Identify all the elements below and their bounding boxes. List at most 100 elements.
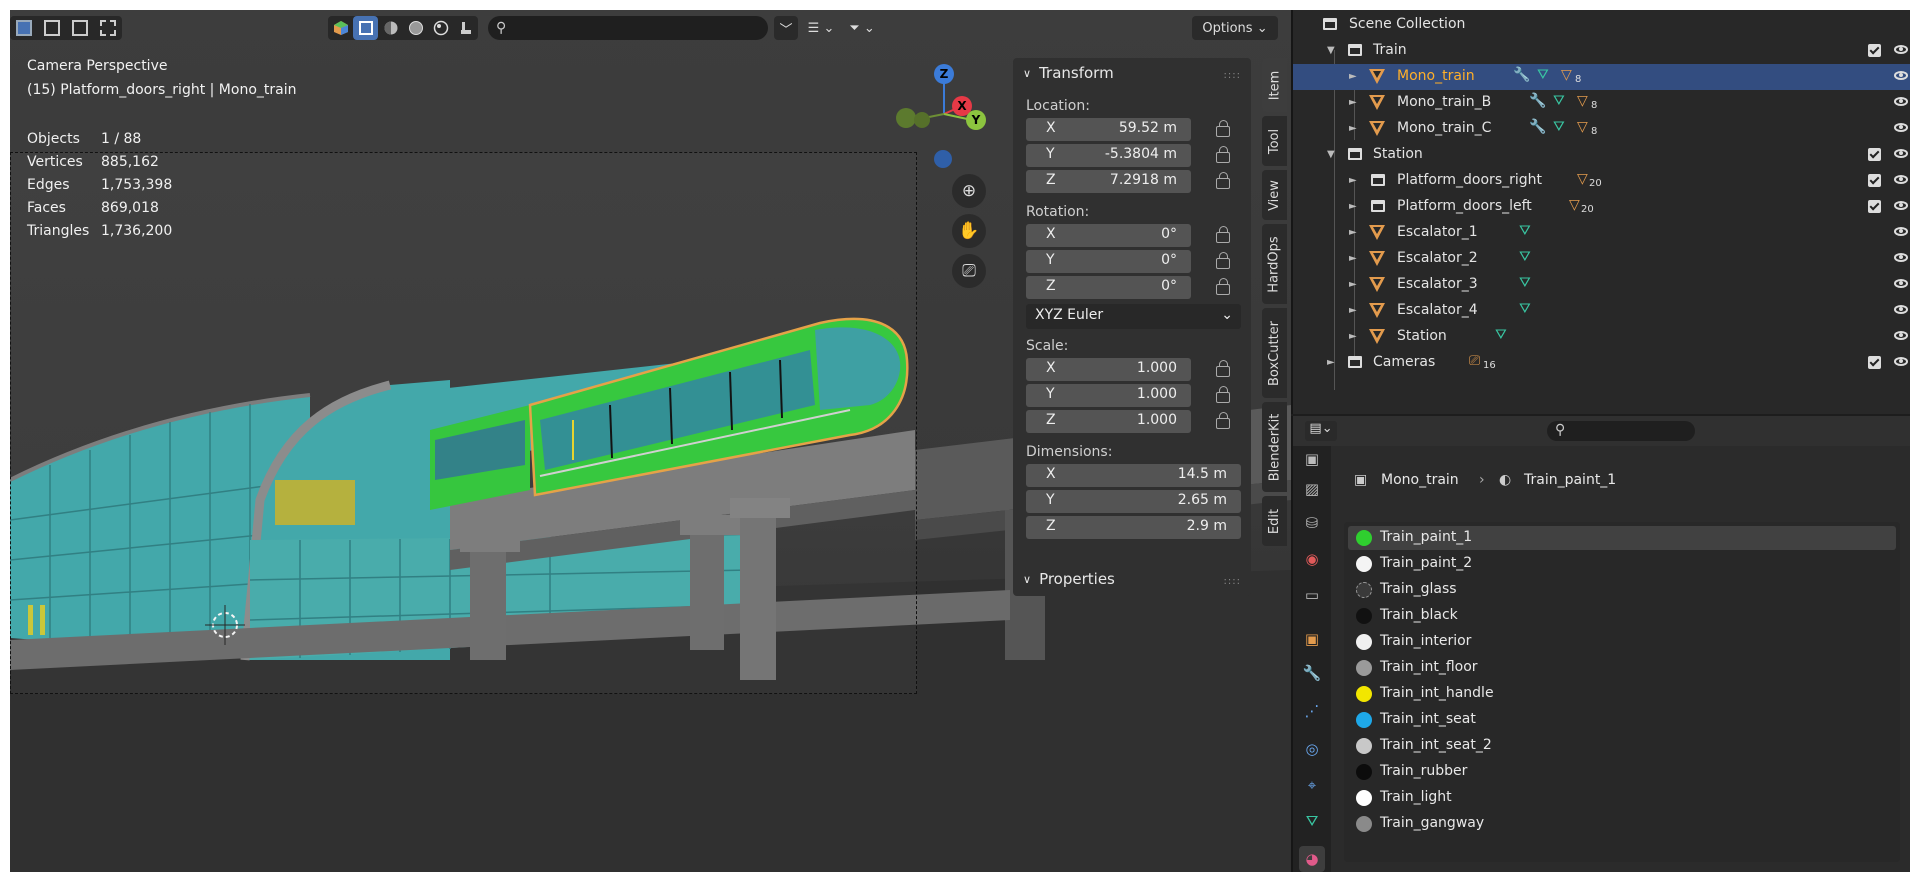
expand-arrow-icon[interactable]: ► xyxy=(1349,331,1357,342)
location-x-field[interactable]: X 59.52 m xyxy=(1026,118,1191,141)
zoom-view-button[interactable]: ⊕ xyxy=(952,174,986,208)
gizmo-z-axis[interactable]: Z xyxy=(934,64,954,84)
lock-icon[interactable] xyxy=(1213,278,1233,295)
visibility-eye-icon[interactable] xyxy=(1894,253,1908,262)
outliner-item-escalator-2[interactable]: ► Escalator_2 ⛛ xyxy=(1293,246,1910,272)
lock-icon[interactable] xyxy=(1213,252,1233,269)
lock-icon[interactable] xyxy=(1213,360,1233,377)
3d-viewport[interactable]: ⚲ ﹀ ☰ ⌄ ⏷ ⌄ Options ⌄ Camera Perspective… xyxy=(10,10,1291,872)
tab-world[interactable]: ▭ xyxy=(1299,582,1325,608)
visibility-eye-icon[interactable] xyxy=(1894,227,1908,236)
mesh-data-icon[interactable]: ⛛ xyxy=(1519,249,1531,265)
outliner-item-train-collection[interactable]: ▼ Train xyxy=(1293,38,1910,64)
scale-x-field[interactable]: X 1.000 xyxy=(1026,358,1191,381)
mesh-data-icon[interactable]: ⛛ xyxy=(1495,327,1507,343)
tab-render[interactable]: ▣ xyxy=(1299,446,1325,472)
visibility-eye-icon[interactable] xyxy=(1894,331,1908,340)
list-item[interactable]: Train_glass xyxy=(1348,578,1896,602)
tab-edit[interactable]: Edit xyxy=(1262,496,1287,546)
properties-panel[interactable]: ∨ Properties :::: xyxy=(1013,564,1251,596)
outliner-item-escalator-1[interactable]: ► Escalator_1 ⛛ xyxy=(1293,220,1910,246)
rotation-z-field[interactable]: Z 0° xyxy=(1026,276,1191,299)
material-icon[interactable]: ▽ xyxy=(1577,93,1588,109)
overlay-dropdown[interactable]: ﹀ xyxy=(774,16,798,40)
expand-arrow-icon[interactable]: ► xyxy=(1349,227,1357,238)
exclude-checkbox[interactable] xyxy=(1868,200,1881,213)
camera-data-icon[interactable]: ⎚ xyxy=(1469,353,1480,369)
outliner-item-station-collection[interactable]: ▼ Station xyxy=(1293,142,1910,168)
mesh-data-icon[interactable]: ⛛ xyxy=(1519,223,1531,239)
modifier-wrench-icon[interactable]: 🔧 xyxy=(1513,67,1530,83)
list-item[interactable]: Train_paint_1 xyxy=(1348,526,1896,550)
paint-brush-icon[interactable] xyxy=(453,16,478,40)
visibility-eye-icon[interactable] xyxy=(1894,149,1908,158)
tab-physics[interactable]: ◎ xyxy=(1299,736,1325,762)
list-item[interactable]: Train_light xyxy=(1348,786,1896,810)
material-icon[interactable]: ▽ xyxy=(1561,67,1572,83)
gizmo-y-axis[interactable]: Y xyxy=(966,110,986,130)
lock-icon[interactable] xyxy=(1213,386,1233,403)
expand-arrow-icon[interactable]: ► xyxy=(1349,71,1357,82)
tab-view[interactable]: View xyxy=(1262,170,1287,220)
dimensions-x-field[interactable]: X 14.5 m xyxy=(1026,464,1241,487)
list-item[interactable]: Train_int_seat_2 xyxy=(1348,734,1896,758)
list-item[interactable]: Train_int_seat xyxy=(1348,708,1896,732)
tab-hardops[interactable]: HardOps xyxy=(1262,224,1287,304)
options-dropdown[interactable]: Options ⌄ xyxy=(1192,16,1278,40)
scale-z-field[interactable]: Z 1.000 xyxy=(1026,410,1191,433)
mesh-data-icon[interactable]: ⛛ xyxy=(1519,275,1531,291)
material-icon[interactable]: ▽ xyxy=(1577,119,1588,135)
tab-blenderkit[interactable]: BlenderKit xyxy=(1262,402,1287,492)
list-item[interactable]: Train_int_floor xyxy=(1348,656,1896,680)
visibility-eye-icon[interactable] xyxy=(1894,279,1908,288)
visibility-eye-icon[interactable] xyxy=(1894,305,1908,314)
location-z-field[interactable]: Z 7.2918 m xyxy=(1026,170,1191,193)
select-new-icon[interactable] xyxy=(10,16,38,40)
outliner-item-mono-train[interactable]: ► Mono_train 🔧 ⛛ ▽ 8 xyxy=(1293,64,1910,90)
lock-icon[interactable] xyxy=(1213,146,1233,163)
tab-boxcutter[interactable]: BoxCutter xyxy=(1262,308,1287,398)
filter-button[interactable]: ⏷ ⌄ xyxy=(842,16,882,40)
expand-arrow-icon[interactable]: ► xyxy=(1327,357,1335,368)
visibility-eye-icon[interactable] xyxy=(1894,201,1908,210)
exclude-checkbox[interactable] xyxy=(1868,174,1881,187)
tab-tool[interactable]: Tool xyxy=(1262,116,1287,166)
visibility-eye-icon[interactable] xyxy=(1894,97,1908,106)
outliner-item-escalator-3[interactable]: ► Escalator_3 ⛛ xyxy=(1293,272,1910,298)
mesh-data-icon[interactable]: ⛛ xyxy=(1553,119,1565,135)
tab-scene[interactable]: ◉ xyxy=(1299,546,1325,572)
tab-view-layer[interactable]: ⛁ xyxy=(1299,510,1325,536)
rotation-y-field[interactable]: Y 0° xyxy=(1026,250,1191,273)
material-icon[interactable]: ▽ xyxy=(1569,197,1580,213)
outliner-item-station-mesh[interactable]: ► Station ⛛ xyxy=(1293,324,1910,350)
hierarchy-filter-button[interactable]: ☰ ⌄ xyxy=(802,16,840,40)
rotation-x-field[interactable]: X 0° xyxy=(1026,224,1191,247)
list-item[interactable]: Train_paint_2 xyxy=(1348,552,1896,576)
modifier-wrench-icon[interactable]: 🔧 xyxy=(1529,119,1546,135)
tab-item[interactable]: Item xyxy=(1262,58,1287,112)
outliner-item-platform-doors-right[interactable]: ► Platform_doors_right ▽ 20 xyxy=(1293,168,1910,194)
modifier-wrench-icon[interactable]: 🔧 xyxy=(1529,93,1546,109)
rendered-shading-icon[interactable] xyxy=(428,16,453,40)
solid-shading-icon[interactable] xyxy=(378,16,403,40)
pan-view-button[interactable]: ✋ xyxy=(952,214,986,248)
drag-grip-icon[interactable]: :::: xyxy=(1224,70,1241,81)
list-item[interactable]: Train_gangway xyxy=(1348,812,1896,836)
expand-arrow-icon[interactable]: ▼ xyxy=(1327,45,1335,56)
outliner-scene-collection[interactable]: Scene Collection xyxy=(1293,12,1910,38)
expand-arrow-icon[interactable]: ► xyxy=(1349,201,1357,212)
expand-arrow-icon[interactable]: ► xyxy=(1349,123,1357,134)
gizmo-neg-x-axis[interactable] xyxy=(914,112,930,128)
visibility-eye-icon[interactable] xyxy=(1894,45,1908,54)
tab-object[interactable]: ▣ xyxy=(1299,626,1325,652)
viewport-search-input[interactable]: ⚲ xyxy=(488,16,768,40)
tab-constraints[interactable]: ⌖ xyxy=(1299,772,1325,798)
editor-type-dropdown[interactable]: ▤⌄ xyxy=(1305,421,1337,441)
gizmo-color-icon[interactable] xyxy=(328,16,353,40)
navigation-gizmo[interactable]: Z X Y xyxy=(880,56,1000,176)
outliner-item-escalator-4[interactable]: ► Escalator_4 ⛛ xyxy=(1293,298,1910,324)
tab-output[interactable]: ▨ xyxy=(1299,476,1325,502)
outliner-item-mono-train-b[interactable]: ► Mono_train_B 🔧 ⛛ ▽ 8 xyxy=(1293,90,1910,116)
properties-search-input[interactable]: ⚲ xyxy=(1547,421,1695,441)
select-box-icon[interactable] xyxy=(353,16,378,40)
